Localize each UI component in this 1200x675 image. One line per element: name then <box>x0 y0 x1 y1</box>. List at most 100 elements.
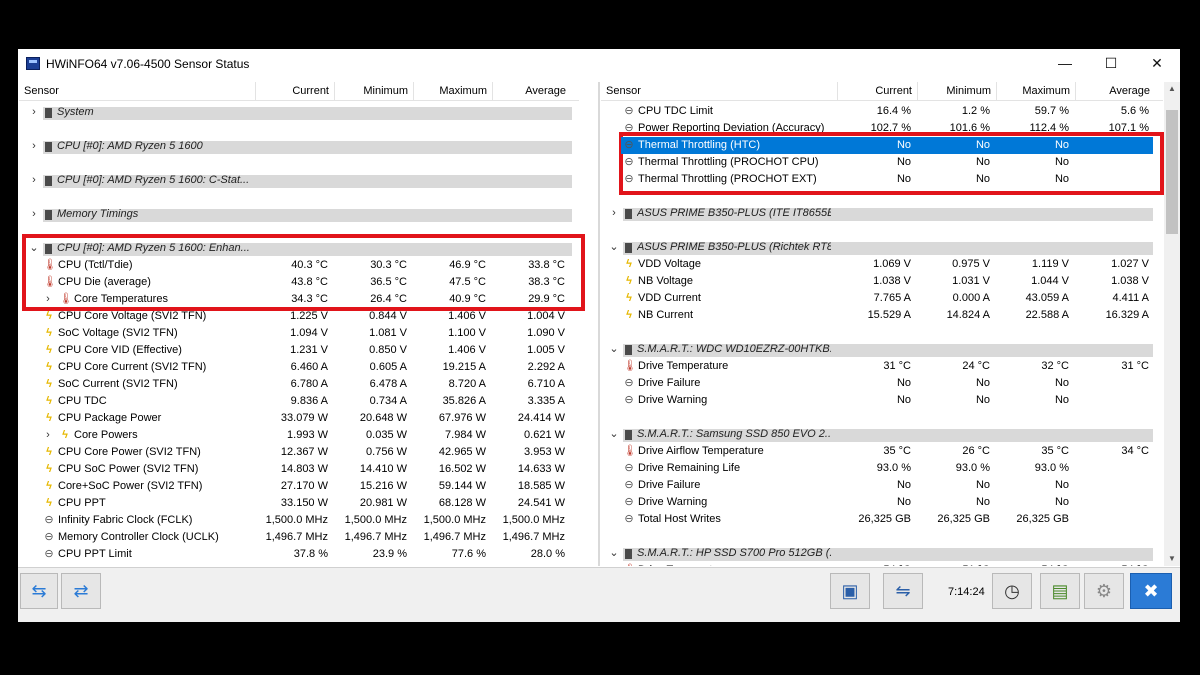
sensor-settings-icon[interactable]: ▣ <box>830 573 870 609</box>
col-minimum-header-right[interactable]: Minimum <box>917 82 996 100</box>
left-sensor-pane[interactable]: Sensor Current Minimum Maximum Average ›… <box>19 82 579 566</box>
sensor-row[interactable]: ϟ Core+SoC Power (SVI2 TFN) 27.170 W 15.216… <box>19 478 579 495</box>
sensor-row[interactable]: ⊖ Power Reporting Deviation (Accuracy) 102… <box>601 120 1163 137</box>
sensor-row[interactable]: ϟ CPU SoC Power (SVI2 TFN) 14.803 W 14.410 … <box>19 461 579 478</box>
sensor-group-row[interactable]: ⌄ S.M.A.R.T.: HP SSD S700 Pro 512GB (... <box>601 545 1163 562</box>
sensor-row[interactable]: ⊖ CPU PPT Limit 37.8 % 23.9 % 77.6 % 28.0 % <box>19 546 579 563</box>
sensor-row[interactable]: ϟ CPU Core Power (SVI2 TFN) 12.367 W 0.756 … <box>19 444 579 461</box>
sensor-group-row[interactable]: › CPU [#0]: AMD Ryzen 5 1600: C-Stat... <box>19 172 579 189</box>
scroll-down-icon[interactable]: ▼ <box>1164 552 1180 566</box>
bolt-icon: ϟ <box>62 429 68 441</box>
close-window-button[interactable]: ✕ <box>1134 49 1180 78</box>
exit-icon[interactable]: ✖ <box>1130 573 1172 609</box>
expand-all-icon[interactable]: ⇆ <box>20 573 58 609</box>
sensor-group-row[interactable]: › ASUS PRIME B350-PLUS (ITE IT8655E) <box>601 205 1163 222</box>
sensor-row[interactable]: ϟ CPU TDC 9.836 A 0.734 A 35.826 A 3.335 A <box>19 393 579 410</box>
sensor-row[interactable]: ⊖ Drive Remaining Life 93.0 % 93.0 % 93.0 % <box>601 460 1163 477</box>
sensor-row[interactable]: ⊖ Memory Controller Clock (UCLK) 1,496.7 M… <box>19 529 579 546</box>
sensor-row[interactable]: 🌡 CPU (Tctl/Tdie) 40.3 °C 30.3 °C 46.9 °C 33.… <box>19 257 579 274</box>
sensor-row[interactable]: ϟ CPU Core VID (Effective) 1.231 V 0.850 V 1… <box>19 342 579 359</box>
sensor-group-row[interactable]: ⌄ ASUS PRIME B350-PLUS (Richtek RT8... <box>601 239 1163 256</box>
col-maximum-header[interactable]: Maximum <box>413 82 492 100</box>
row-spacer <box>601 528 1163 545</box>
sensor-row[interactable]: ϟ NB Current 15.529 A 14.824 A 22.588 A 16.32… <box>601 307 1163 324</box>
group-label: S.M.A.R.T.: Samsung SSD 850 EVO 2... <box>637 428 831 440</box>
thermometer-icon: 🌡 <box>43 259 57 271</box>
group-label: S.M.A.R.T.: WDC WD10EZRZ-00HTKB... <box>637 343 831 355</box>
sensor-row[interactable]: ϟ CPU Package Power 33.079 W 20.648 W 67.976… <box>19 410 579 427</box>
collapse-all-icon[interactable]: ⇄ <box>61 573 101 609</box>
sensor-row[interactable]: ϟ SoC Voltage (SVI2 TFN) 1.094 V 1.081 V 1.1… <box>19 325 579 342</box>
col-minimum-header[interactable]: Minimum <box>334 82 413 100</box>
sensor-row[interactable]: ⊖ CPU TDC Limit 16.4 % 1.2 % 59.7 % 5.6 % <box>601 103 1163 120</box>
minimize-button[interactable]: — <box>1042 49 1088 78</box>
sensor-row[interactable]: ϟ SoC Current (SVI2 TFN) 6.780 A 6.478 A 8.7… <box>19 376 579 393</box>
sensor-label: CPU Core Current (SVI2 TFN) <box>58 361 207 373</box>
chevron-right-icon[interactable]: › <box>29 104 39 121</box>
maximize-button[interactable]: ☐ <box>1088 49 1134 78</box>
log-add-icon[interactable]: ▤ <box>1040 573 1080 609</box>
settings-gear-icon[interactable]: ⚙ <box>1084 573 1124 609</box>
scroll-up-icon[interactable]: ▲ <box>1164 82 1180 96</box>
chevron-right-icon[interactable]: › <box>43 427 53 444</box>
value-current: 33.150 W <box>280 497 328 509</box>
sensor-row[interactable]: ϟ CPU Core Current (SVI2 TFN) 6.460 A 0.605… <box>19 359 579 376</box>
sensor-row[interactable]: ⊖ Thermal Throttling (HTC) No No No <box>601 137 1163 154</box>
chevron-down-icon[interactable]: ⌄ <box>29 240 39 257</box>
col-sensor-header[interactable]: Sensor <box>19 82 255 100</box>
chevron-down-icon[interactable]: ⌄ <box>609 426 619 443</box>
sensor-row[interactable]: ⊖ Infinity Fabric Clock (FCLK) 1,500.0 MHz… <box>19 512 579 529</box>
sensor-group-row[interactable]: › CPU [#0]: AMD Ryzen 5 1600 <box>19 138 579 155</box>
sensor-label: Core+SoC Power (SVI2 TFN) <box>58 480 203 492</box>
sensor-row[interactable]: ⊖ Drive Failure No No No <box>601 477 1163 494</box>
sensor-row[interactable]: ⊖ Drive Warning No No No <box>601 494 1163 511</box>
network-icon[interactable]: ⇋ <box>883 573 923 609</box>
chevron-down-icon[interactable]: ⌄ <box>609 239 619 256</box>
sensor-row[interactable]: 🌡 Drive Airflow Temperature 35 °C 26 °C 35 °… <box>601 443 1163 460</box>
value-average <box>1075 392 1155 409</box>
chevron-down-icon[interactable]: ⌄ <box>609 341 619 358</box>
col-current-header[interactable]: Current <box>255 82 334 100</box>
sensor-row[interactable]: ϟ CPU Core Voltage (SVI2 TFN) 1.225 V 0.844… <box>19 308 579 325</box>
sensor-row[interactable]: ⊖ Drive Failure No No No <box>601 375 1163 392</box>
value-current: No <box>896 377 911 389</box>
vertical-scrollbar[interactable]: ▲ ▼ <box>1164 82 1180 566</box>
sensor-row[interactable]: 🌡 Drive Temperature 31 °C 24 °C 32 °C 31 °C <box>601 358 1163 375</box>
col-maximum-header-right[interactable]: Maximum <box>996 82 1075 100</box>
value-minimum: 30.3 °C <box>370 259 407 271</box>
col-current-header-right[interactable]: Current <box>837 82 917 100</box>
sensor-row[interactable]: 🌡Drive Temperature54 °C51 °C54 °C54 °C <box>601 562 1163 566</box>
sensor-row[interactable]: › 🌡 Core Temperatures 34.3 °C 26.4 °C 40.9 °C… <box>19 291 579 308</box>
chevron-right-icon[interactable]: › <box>29 172 39 189</box>
chevron-down-icon[interactable]: ⌄ <box>609 545 619 562</box>
sensor-row[interactable]: ϟ VDD Current 7.765 A 0.000 A 43.059 A 4.411 … <box>601 290 1163 307</box>
sensor-row[interactable]: ⊖ Thermal Throttling (PROCHOT EXT) No No No <box>601 171 1163 188</box>
chevron-right-icon[interactable]: › <box>43 291 53 308</box>
col-average-header[interactable]: Average <box>492 82 571 100</box>
col-average-header-right[interactable]: Average <box>1075 82 1155 100</box>
value-average <box>1075 460 1155 477</box>
scrollbar-thumb[interactable] <box>1166 110 1178 234</box>
sensor-group-row[interactable]: ⌄ S.M.A.R.T.: WDC WD10EZRZ-00HTKB... <box>601 341 1163 358</box>
sensor-row[interactable]: ⊖ Total Host Writes 26,325 GB 26,325 GB 26,3… <box>601 511 1163 528</box>
sensor-row[interactable]: ϟ VDD Voltage 1.069 V 0.975 V 1.119 V 1.027 V <box>601 256 1163 273</box>
chevron-right-icon[interactable]: › <box>29 206 39 223</box>
sensor-group-row[interactable]: › System <box>19 104 579 121</box>
sensor-row[interactable]: ⊖ Drive Warning No No No <box>601 392 1163 409</box>
sensor-row[interactable]: ⊖ Thermal Throttling (PROCHOT CPU) No No No <box>601 154 1163 171</box>
sensor-group-row[interactable]: › Memory Timings <box>19 206 579 223</box>
col-sensor-header-right[interactable]: Sensor <box>601 82 837 100</box>
chip-icon <box>625 430 632 440</box>
chevron-right-icon[interactable]: › <box>29 138 39 155</box>
clock-reset-icon[interactable]: ◷ <box>992 573 1032 609</box>
sensor-label: Memory Controller Clock (UCLK) <box>58 531 219 543</box>
chevron-right-icon[interactable]: › <box>609 205 619 222</box>
sensor-row[interactable]: › ϟ Core Powers 1.993 W 0.035 W 7.984 W 0.621 … <box>19 427 579 444</box>
sensor-group-row[interactable]: ⌄ CPU [#0]: AMD Ryzen 5 1600: Enhan... <box>19 240 579 257</box>
sensor-row[interactable]: ϟ NB Voltage 1.038 V 1.031 V 1.044 V 1.038 V <box>601 273 1163 290</box>
sensor-row[interactable]: ϟ CPU PPT 33.150 W 20.981 W 68.128 W 24.541 W <box>19 495 579 512</box>
right-sensor-pane[interactable]: Sensor Current Minimum Maximum Average ⊖… <box>601 82 1163 566</box>
sensor-group-row[interactable]: ⌄ S.M.A.R.T.: Samsung SSD 850 EVO 2... <box>601 426 1163 443</box>
pane-splitter[interactable] <box>598 82 600 566</box>
sensor-row[interactable]: 🌡 CPU Die (average) 43.8 °C 36.5 °C 47.5 °C 3… <box>19 274 579 291</box>
